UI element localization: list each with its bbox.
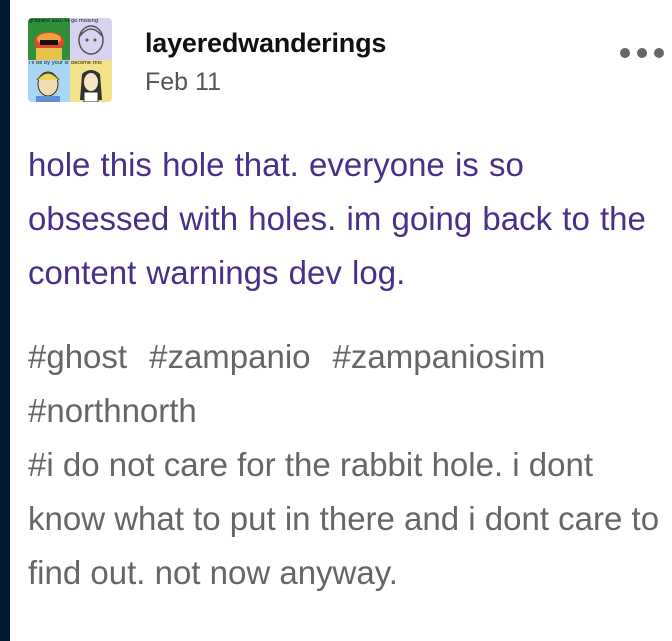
tag-zampanio[interactable]: #zampanio bbox=[149, 338, 310, 375]
avatar-panel-top-left: gradient ascii hell bbox=[28, 18, 70, 60]
post-tags: #ghost #zampanio #zampaniosim #northnorth … bbox=[28, 330, 666, 600]
blog-avatar[interactable]: gradient ascii hell go missing i bbox=[28, 18, 112, 102]
avatar-panel-top-right: go missing bbox=[70, 18, 112, 60]
post-body: hole this hole that. everyone is so obse… bbox=[28, 146, 646, 291]
tag-rabbit-hole[interactable]: #i do not care for the rabbit hole. i do… bbox=[28, 446, 659, 591]
post-card: gradient ascii hell go missing i bbox=[10, 0, 672, 641]
tag-zampaniosim[interactable]: #zampaniosim bbox=[333, 338, 546, 375]
ellipsis-icon[interactable] bbox=[620, 44, 664, 62]
tag-ghost[interactable]: #ghost bbox=[28, 338, 127, 375]
avatar-panel-bottom-left: i'll be by your side bbox=[28, 60, 70, 102]
dot bbox=[637, 48, 647, 58]
dot bbox=[620, 48, 630, 58]
avatar-panel-bottom-right: become this bbox=[70, 60, 112, 102]
blog-username[interactable]: layeredwanderings bbox=[145, 28, 386, 59]
dot bbox=[654, 48, 664, 58]
post-header: gradient ascii hell go missing i bbox=[28, 18, 668, 104]
post-date[interactable]: Feb 11 bbox=[145, 68, 221, 97]
tag-northnorth[interactable]: #northnorth bbox=[28, 392, 197, 429]
